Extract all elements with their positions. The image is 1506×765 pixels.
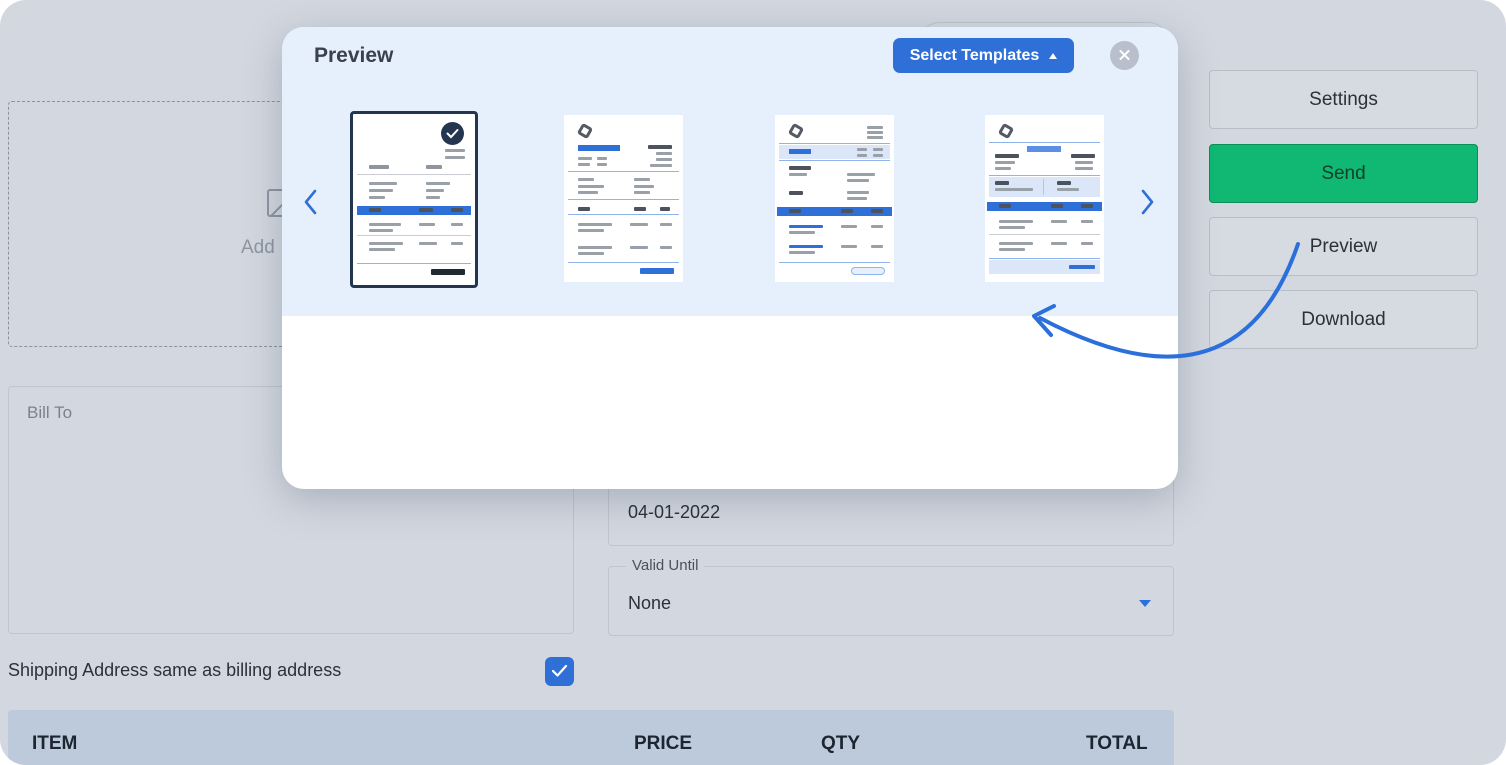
close-icon[interactable] [1110, 41, 1139, 70]
select-templates-label: Select Templates [909, 46, 1040, 64]
caret-up-icon [1049, 52, 1058, 59]
selected-check-icon [441, 122, 464, 145]
date-value: 04-01-2022 [628, 502, 721, 522]
template-thumbnail-3[interactable] [775, 115, 894, 282]
app-frame: Add Bill To 04-01-2022 Valid Until None … [0, 0, 1506, 765]
checkmark-icon [551, 664, 568, 677]
column-item: ITEM [32, 733, 78, 754]
column-total: TOTAL [1086, 733, 1148, 754]
dropdown-caret-icon [1139, 600, 1151, 607]
logo-upload-label: Add [241, 237, 275, 258]
shipping-same-checkbox[interactable] [545, 657, 574, 686]
valid-until-label: Valid Until [626, 557, 705, 574]
chevron-left-icon[interactable] [302, 188, 320, 216]
template-thumbnail-2[interactable] [564, 115, 683, 282]
column-qty: QTY [821, 733, 861, 754]
select-templates-button[interactable]: Select Templates [893, 38, 1074, 73]
valid-until-select[interactable]: Valid Until None [608, 557, 1174, 636]
chevron-right-icon[interactable] [1138, 188, 1156, 216]
shipping-same-label: Shipping Address same as billing address [8, 660, 342, 680]
template-thumbnail-1[interactable] [350, 111, 478, 288]
annotation-arrow-icon [1032, 242, 1300, 359]
valid-until-value: None [628, 593, 672, 613]
send-button[interactable]: Send [1209, 144, 1478, 203]
modal-title: Preview [314, 44, 394, 67]
items-table-header: ITEM PRICE QTY TOTAL [8, 710, 1174, 765]
column-price: PRICE [634, 733, 693, 754]
settings-button[interactable]: Settings [1209, 70, 1478, 129]
bill-to-label: Bill To [27, 403, 73, 422]
